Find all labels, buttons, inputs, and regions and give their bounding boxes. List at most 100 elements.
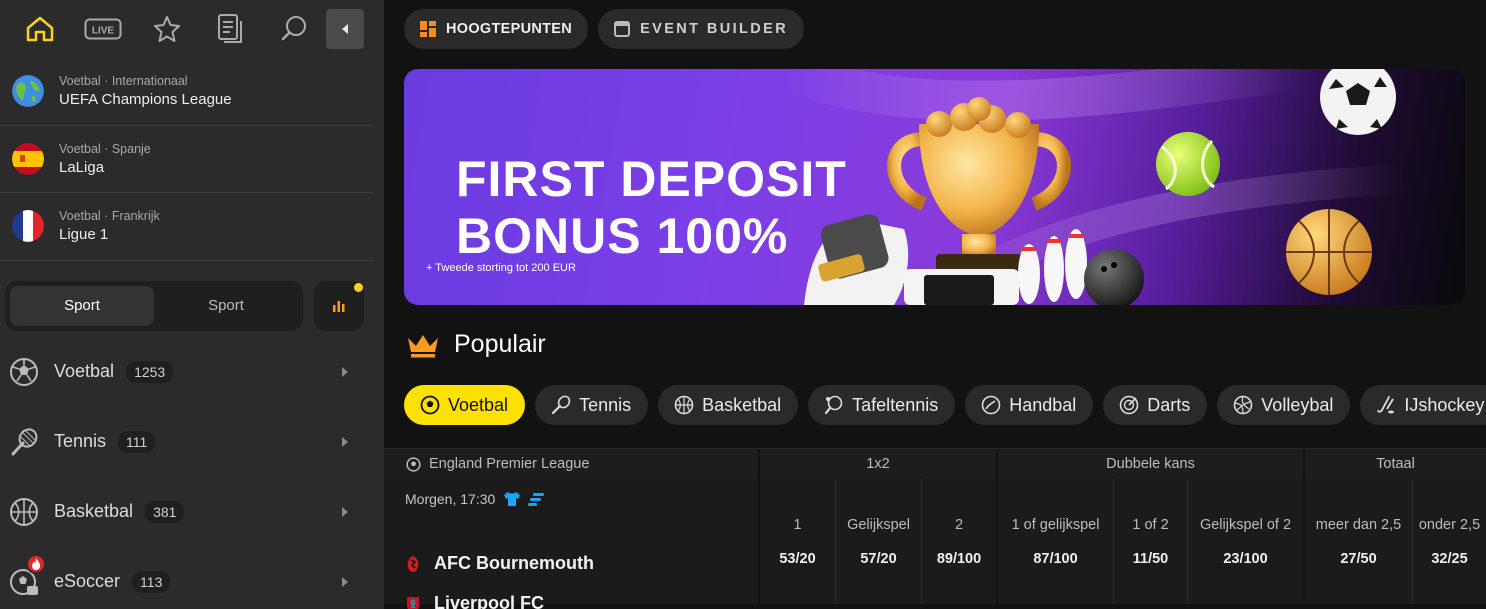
odd-under-2-5[interactable]: onder 2,5 32/25	[1413, 479, 1486, 604]
sidebar: LIVE Voetbal · Internationaal UEFA Champ…	[0, 0, 384, 609]
chip-tennis[interactable]: Tennis	[535, 385, 649, 425]
chip-darts[interactable]: Darts	[1103, 385, 1208, 425]
sport-toggle-row: Sport Sport	[0, 261, 384, 331]
odd-label: 1 of gelijkspel	[1011, 516, 1100, 533]
away-team-name: Liverpool FC	[434, 593, 545, 609]
favorite-league-laliga[interactable]: Voetbal · Spanje LaLiga	[0, 126, 374, 193]
live-icon[interactable]: LIVE	[72, 9, 136, 49]
sport-count-badge: 111	[118, 430, 156, 453]
chip-volleybal[interactable]: Volleybal	[1217, 385, 1351, 425]
odd-label: meer dan 2,5	[1315, 516, 1402, 533]
promo-banner[interactable]: FIRST DEPOSIT BONUS 100% + Tweede storti…	[404, 69, 1465, 305]
odds-table: England Premier League 1x2 Dubbele kans …	[384, 448, 1486, 609]
star-icon[interactable]	[135, 9, 199, 49]
odd-home-or-draw[interactable]: 1 of gelijkspel 87/100	[998, 479, 1114, 604]
match-row[interactable]: Morgen, 17:30 AFC Bournemouth Liverpool …	[384, 479, 1486, 609]
betslip-icon[interactable]	[199, 9, 263, 49]
sport-name: eSoccer	[54, 571, 121, 591]
top-tabs: HOOGTEPUNTEN EVENT BUILDER	[384, 0, 1486, 49]
odd-draw-or-away[interactable]: Gelijkspel of 2 23/100	[1188, 479, 1305, 604]
bar-chart-icon	[333, 300, 345, 312]
stats-lines-icon	[528, 493, 545, 506]
handball-icon	[981, 395, 1001, 415]
odd-label: onder 2,5	[1418, 516, 1481, 533]
chip-label: Tafeltennis	[852, 394, 939, 415]
odd-home-or-away[interactable]: 1 of 2 11/50	[1114, 479, 1188, 604]
tab-label: HOOGTEPUNTEN	[446, 21, 573, 37]
odd-value: 27/50	[1340, 550, 1377, 567]
chip-basketbal[interactable]: Basketbal	[658, 385, 799, 425]
stats-button[interactable]	[314, 280, 364, 331]
sport-count-badge: 381	[145, 500, 185, 523]
match-time: Morgen, 17:30	[405, 491, 758, 507]
sport-name: Tennis	[54, 431, 107, 451]
odd-draw[interactable]: Gelijkspel 57/20	[836, 479, 922, 604]
collapse-sidebar-button[interactable]	[325, 9, 364, 49]
odd-label: 1 of 2	[1132, 516, 1169, 533]
odd-value: 53/20	[779, 550, 816, 567]
jersey-icon	[504, 492, 521, 506]
league-name: LaLiga	[59, 158, 105, 176]
home-team: AFC Bournemouth	[405, 553, 594, 574]
chip-label: Voetbal	[448, 394, 509, 415]
chip-tafeltennis[interactable]: Tafeltennis	[808, 385, 956, 425]
banner-headline-line-2: BONUS 100%	[456, 208, 789, 264]
chip-handbal[interactable]: Handbal	[965, 385, 1094, 425]
volleyball-icon	[1233, 395, 1253, 415]
bournemouth-crest-icon	[405, 555, 421, 573]
league-header[interactable]: England Premier League	[384, 449, 760, 479]
league-meta: Voetbal · Frankrijk	[59, 209, 160, 224]
app-root: LIVE Voetbal · Internationaal UEFA Champ…	[0, 0, 1486, 609]
chip-voetbal[interactable]: Voetbal	[404, 385, 526, 425]
odds-table-header: England Premier League 1x2 Dubbele kans …	[384, 448, 1486, 479]
favorite-league-champions-league[interactable]: Voetbal · Internationaal UEFA Champions …	[0, 58, 374, 126]
chip-label: Darts	[1147, 394, 1191, 415]
match-info[interactable]: Morgen, 17:30 AFC Bournemouth Liverpool …	[384, 479, 760, 609]
notification-dot	[354, 282, 363, 292]
chip-ijshockey[interactable]: IJshockey	[1360, 385, 1486, 425]
sport-name: Basketbal	[54, 501, 134, 521]
sport-item-voetbal[interactable]: Voetbal 1253	[0, 337, 384, 407]
chip-label: Volleybal	[1261, 394, 1334, 415]
football-icon	[406, 456, 421, 472]
chevron-right-icon	[342, 366, 348, 377]
football-icon	[8, 356, 40, 388]
odd-over-2-5[interactable]: meer dan 2,5 27/50	[1305, 479, 1413, 604]
sport-count-badge: 1253	[126, 360, 174, 383]
market-group-totaal: Totaal	[1376, 456, 1415, 472]
chevron-right-icon	[342, 576, 348, 587]
fire-icon	[26, 553, 46, 574]
chevron-left-icon	[341, 24, 348, 34]
tab-event-builder[interactable]: EVENT BUILDER	[598, 9, 805, 49]
tab-hoogtepunten[interactable]: HOOGTEPUNTEN	[404, 9, 589, 49]
basketball-icon	[674, 395, 694, 415]
match-time-text: Morgen, 17:30	[405, 491, 496, 507]
home-icon[interactable]	[8, 9, 72, 49]
sport-toggle: Sport Sport	[5, 280, 303, 331]
odd-away-win[interactable]: 2 89/100	[922, 479, 998, 604]
odd-value: 57/20	[860, 550, 897, 567]
esoccer-icon	[8, 553, 46, 598]
ice-hockey-icon	[1376, 395, 1396, 415]
globe-icon	[12, 75, 44, 108]
favorite-league-ligue-1[interactable]: Voetbal · Frankrijk Ligue 1	[0, 193, 374, 261]
league-name: England Premier League	[429, 456, 590, 472]
league-name: Ligue 1	[59, 226, 109, 244]
chip-label: Tennis	[579, 394, 632, 415]
chip-label: IJshockey	[1404, 394, 1485, 415]
odd-label: Gelijkspel of 2	[1199, 516, 1292, 533]
sport-item-basketbal[interactable]: Basketbal 381	[0, 477, 384, 547]
toggle-option-sport[interactable]: Sport	[154, 286, 298, 326]
tab-label: EVENT BUILDER	[640, 21, 789, 37]
odd-value: 89/100	[936, 550, 982, 567]
sport-name: Voetbal	[54, 361, 115, 381]
sport-item-tennis[interactable]: Tennis 111	[0, 407, 384, 477]
odd-home-win[interactable]: 1 53/20	[760, 479, 836, 604]
tennis-icon	[551, 395, 571, 415]
sport-filter-chips: Voetbal Tennis Basketbal Tafeltennis Han…	[404, 385, 1486, 425]
toggle-option-sport-active[interactable]: Sport	[10, 285, 154, 326]
search-icon[interactable]	[262, 9, 326, 49]
odd-label: Gelijkspel	[847, 516, 910, 533]
sport-item-esoccer[interactable]: eSoccer 113	[0, 547, 384, 609]
sidebar-top-nav: LIVE	[0, 0, 384, 58]
